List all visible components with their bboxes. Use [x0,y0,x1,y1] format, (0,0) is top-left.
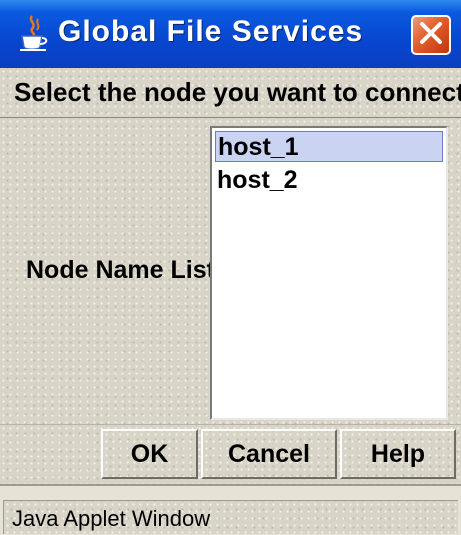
list-item-host-2[interactable]: host_2 [215,165,443,196]
cancel-button[interactable]: Cancel [201,429,337,479]
java-cup-icon [18,14,48,52]
list-item-host-1[interactable]: host_1 [215,131,443,162]
help-button[interactable]: Help [340,429,456,479]
node-name-list-label: Node Name List: [26,256,224,284]
ok-button[interactable]: OK [101,429,198,479]
close-button[interactable] [411,15,451,55]
status-bar: Java Applet Window [0,484,461,535]
window-title: Global File Services [58,15,364,48]
title-bar[interactable]: Global File Services [0,0,461,68]
status-text: Java Applet Window [3,500,458,534]
node-name-listbox[interactable]: host_1 host_2 [210,126,448,420]
instruction-text: Select the node you want to connect. [0,68,461,118]
applet-window: Global File Services Select the node you… [0,0,461,535]
button-bar: OK Cancel Help [0,424,461,484]
close-icon [418,20,444,51]
node-panel: Node Name List: host_1 host_2 [0,118,461,424]
